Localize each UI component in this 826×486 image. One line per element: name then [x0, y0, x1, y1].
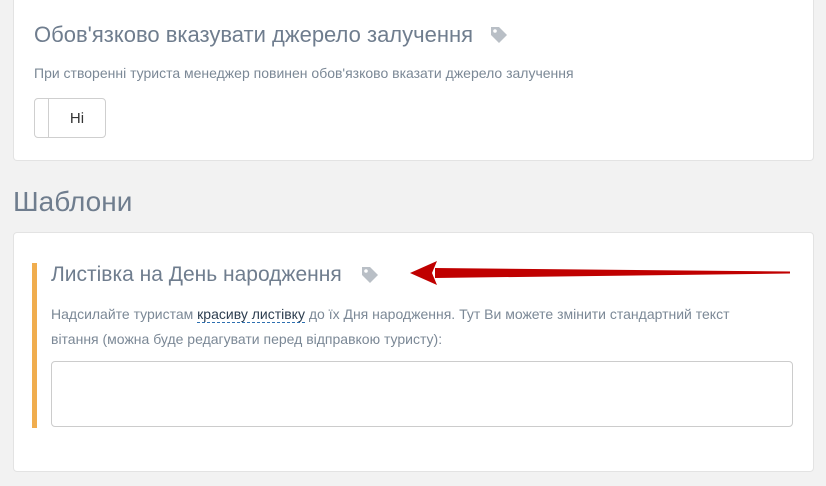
- tag-icon[interactable]: [360, 265, 380, 285]
- greeting-text-area[interactable]: [51, 361, 793, 427]
- setting-card: Обов'язково вказувати джерело залучення …: [13, 0, 814, 161]
- accent-bar: [32, 263, 37, 428]
- toggle-knob[interactable]: [35, 99, 49, 137]
- toggle-label: Ні: [69, 109, 85, 127]
- template-title-row: Листівка на День народження: [51, 263, 380, 287]
- template-title: Листівка на День народження: [51, 263, 342, 286]
- required-source-toggle[interactable]: Ні: [34, 98, 106, 138]
- birthday-card-link[interactable]: красиву листівку: [197, 306, 305, 323]
- template-desc-before: Надсилайте туристам: [51, 306, 198, 322]
- setting-title-row: Обов'язково вказувати джерело залучення: [34, 22, 509, 48]
- template-description: Надсилайте туристам красиву листівку до …: [51, 302, 741, 352]
- annotation-arrow: [410, 261, 790, 285]
- tag-icon[interactable]: [489, 25, 509, 45]
- setting-description: При створенні туриста менеджер повинен о…: [34, 65, 574, 81]
- setting-title: Обов'язково вказувати джерело залучення: [34, 22, 474, 47]
- section-heading: Шаблони: [13, 186, 133, 217]
